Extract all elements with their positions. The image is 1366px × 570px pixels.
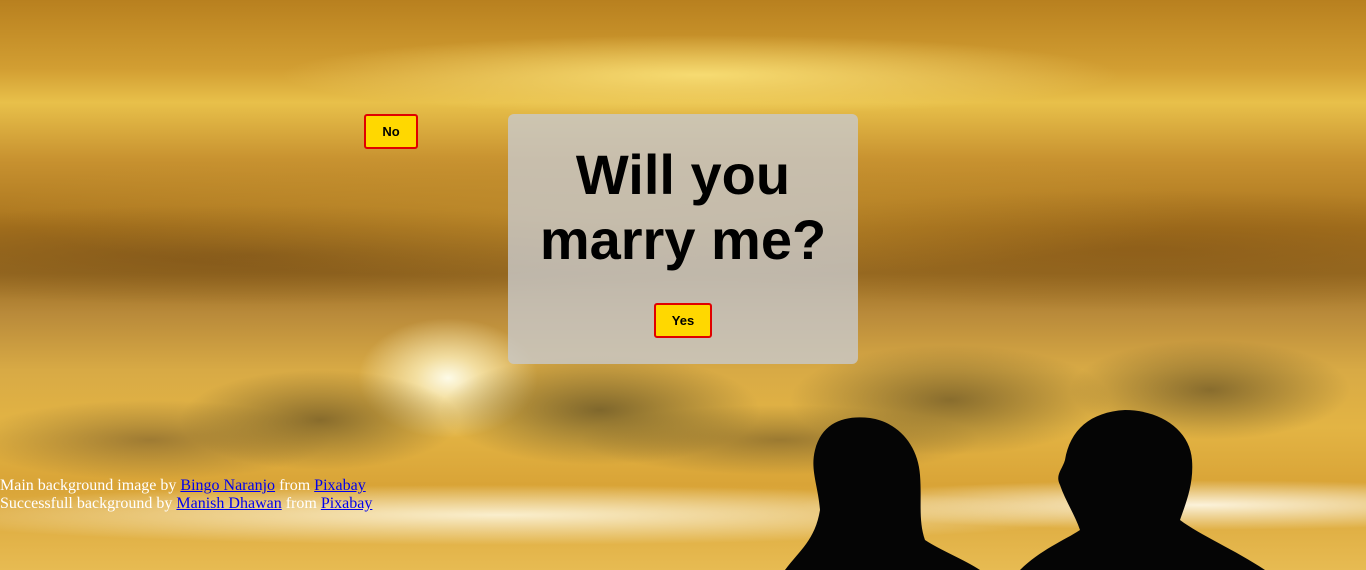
yes-button[interactable]: Yes: [654, 303, 712, 338]
credit-main-prefix: Main background image by: [0, 477, 177, 494]
credit-success-author-link[interactable]: Manish Dhawan: [176, 495, 281, 512]
proposal-question: Will you marry me?: [508, 142, 858, 272]
credit-main-middle: from: [279, 477, 311, 494]
credit-main-source-link[interactable]: Pixabay: [314, 477, 366, 494]
credit-success-source-link[interactable]: Pixabay: [321, 495, 373, 512]
image-credits: Main background image by Bingo Naranjo f…: [0, 477, 372, 513]
credit-line-main: Main background image by Bingo Naranjo f…: [0, 477, 372, 495]
question-line-1: Will you: [575, 143, 791, 206]
couple-silhouette: [785, 410, 1265, 570]
proposal-card: Will you marry me? Yes: [508, 114, 858, 364]
question-line-2: marry me?: [539, 208, 827, 271]
credit-line-success: Successfull background by Manish Dhawan …: [0, 495, 372, 513]
credit-main-author-link[interactable]: Bingo Naranjo: [180, 477, 275, 494]
no-button[interactable]: No: [364, 114, 418, 149]
credit-success-middle: from: [285, 495, 317, 512]
credit-success-prefix: Successfull background by: [0, 495, 173, 512]
